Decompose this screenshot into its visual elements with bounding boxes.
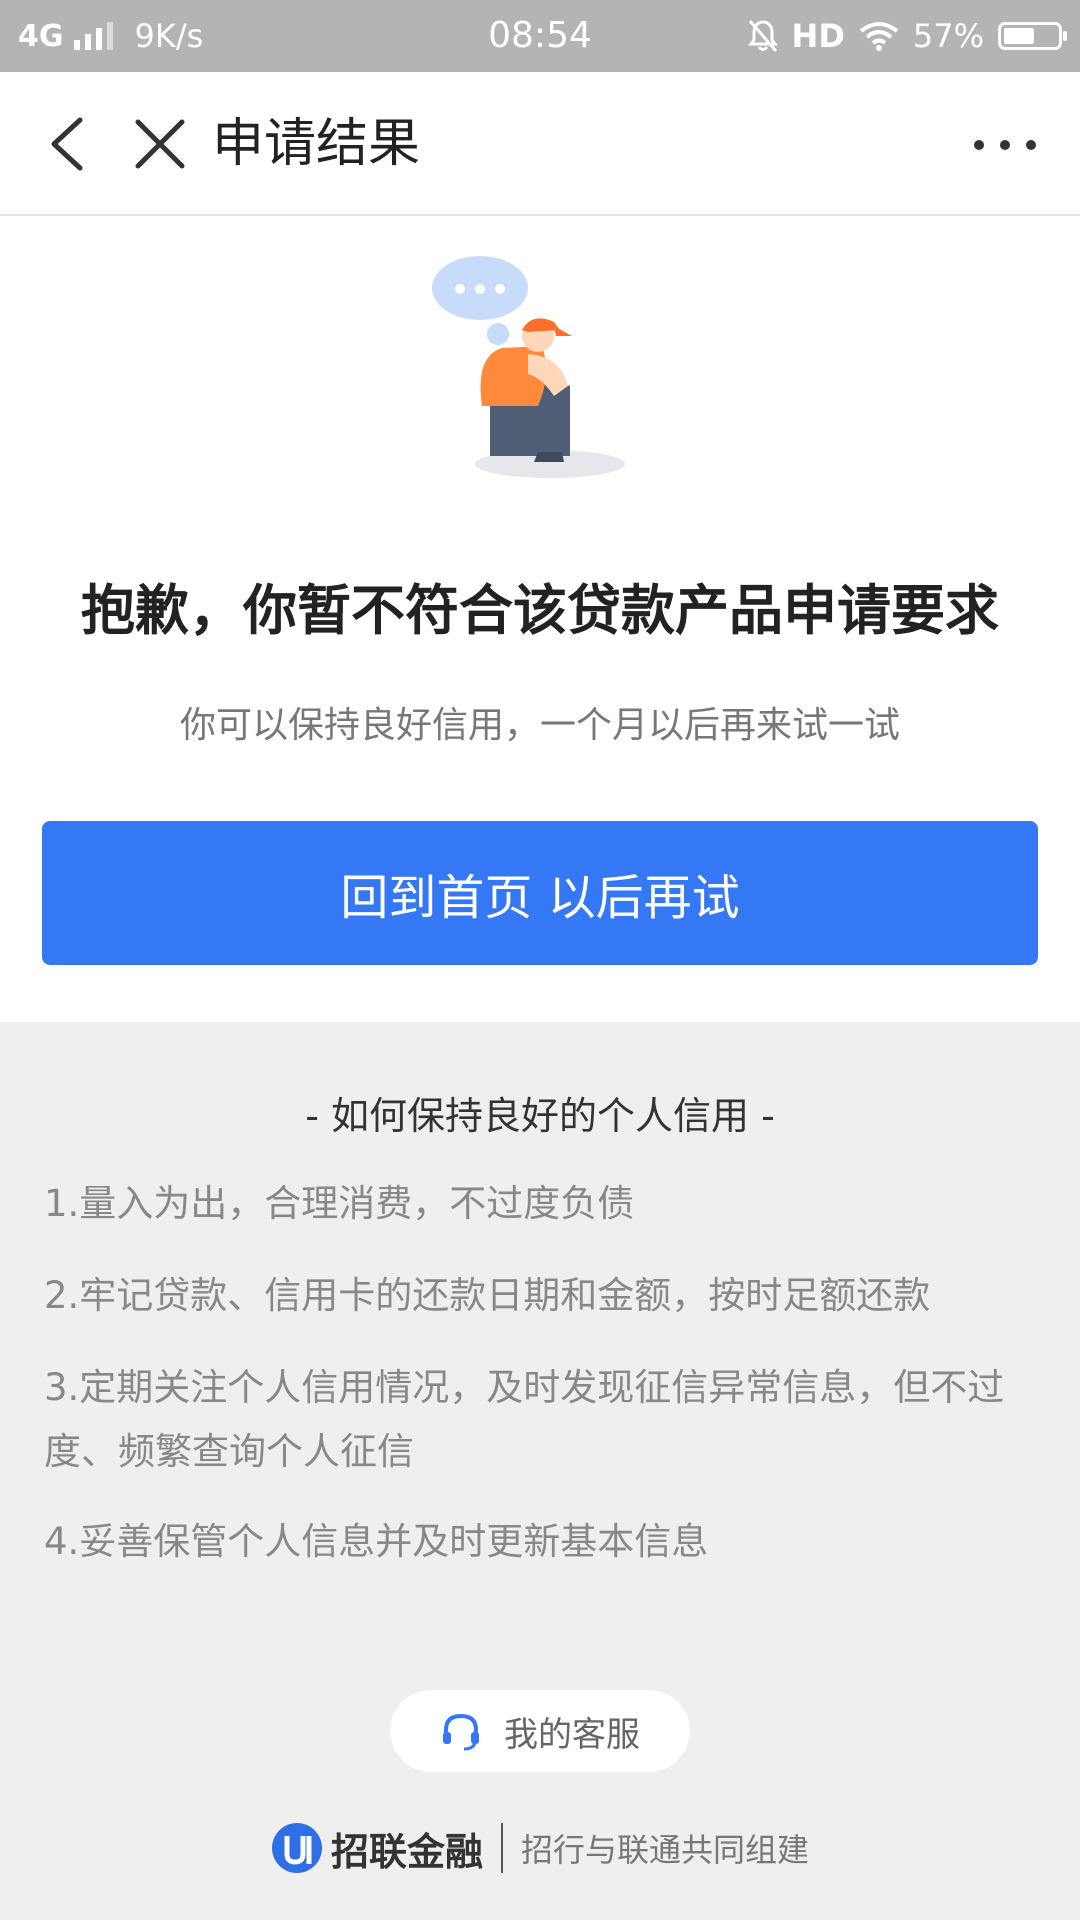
customer-service-button[interactable]: 我的客服 [390,1690,690,1772]
more-dots-icon[interactable] [970,132,1040,158]
brand-divider [501,1823,503,1873]
tip-item: 1.量入为出，合理消费，不过度负债 [44,1182,635,1225]
battery-icon [998,22,1067,50]
page-title: 申请结果 [212,114,421,174]
status-bar: 4G 9K/s 08:54 HD 57% [0,0,1080,72]
back-home-button[interactable]: 回到首页 以后再试 [42,821,1038,965]
back-chevron-icon[interactable] [40,112,104,176]
nav-bar: 申请结果 [0,72,1080,216]
customer-service-label: 我的客服 [504,1714,640,1755]
status-right: HD 57% [747,0,1067,72]
result-headline: 抱歉，你暂不符合该贷款产品申请要求 [81,579,999,642]
result-subline: 你可以保持良好信用，一个月以后再来试一试 [179,705,900,746]
tips-title: - 如何保持良好的个人信用 - [305,1094,775,1138]
mute-bell-icon [747,20,778,52]
tip-item: 3.定期关注个人信用情况，及时发现征信异常信息，但不过度、频繁查询个人征信 [44,1366,1005,1473]
battery-level [1004,28,1034,44]
tip-item: 2.牢记贷款、信用卡的还款日期和金额，按时足额还款 [44,1274,931,1317]
hd-indicator: HD [791,17,845,55]
brand-slogan: 招行与联通共同组建 [521,1831,810,1869]
result-panel: 抱歉，你暂不符合该贷款产品申请要求 你可以保持良好信用，一个月以后再来试一试 回… [0,216,1080,1022]
footer: 招联金融 招行与联通共同组建 [0,1818,1080,1878]
battery-percent: 57% [912,17,984,55]
tip-item: 4.妥善保管个人信息并及时更新基本信息 [44,1520,709,1563]
headset-icon [443,1713,479,1751]
brand-name: 招联金融 [330,1829,483,1874]
wifi-icon [859,22,899,51]
close-icon[interactable] [128,112,192,176]
brand-logo-icon [271,1823,322,1873]
sad-person-illustration [432,256,625,478]
